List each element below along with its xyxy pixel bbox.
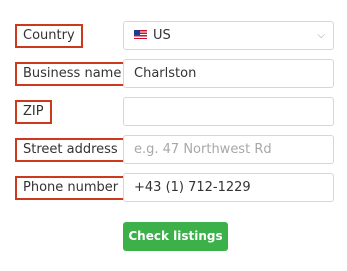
phone-number-row: Phone number +43 (1) 712-1229 (0, 173, 347, 203)
business-name-label: Business name (15, 62, 130, 86)
zip-label: ZIP (15, 100, 52, 124)
zip-input[interactable] (123, 97, 334, 126)
country-select[interactable]: US ⌵ (123, 21, 334, 50)
street-address-input[interactable]: e.g. 47 Northwest Rd (123, 135, 334, 164)
check-listings-button[interactable]: Check listings (123, 222, 228, 251)
street-address-label: Street address (15, 138, 126, 162)
phone-number-input[interactable]: +43 (1) 712-1229 (123, 173, 334, 202)
business-name-row: Business name Charlston (0, 59, 347, 89)
country-row: Country US ⌵ (0, 21, 347, 51)
country-label: Country (15, 24, 83, 48)
chevron-down-icon: ⌵ (317, 30, 325, 41)
street-address-row: Street address e.g. 47 Northwest Rd (0, 135, 347, 165)
business-name-input[interactable]: Charlston (123, 59, 334, 88)
us-flag-icon (134, 30, 147, 39)
phone-number-label: Phone number (15, 176, 127, 200)
zip-row: ZIP (0, 97, 347, 127)
country-value: US (153, 28, 171, 43)
